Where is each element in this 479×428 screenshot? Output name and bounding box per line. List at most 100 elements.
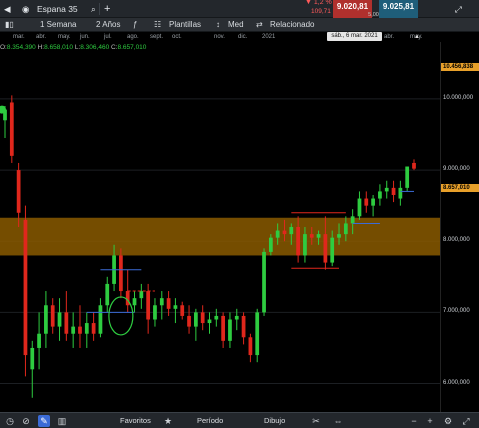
time-axis-tick: abr. [36,34,47,40]
candle-body [248,337,253,356]
time-axis-tick: jun. [80,34,90,40]
templates-button[interactable]: Plantillas [169,18,201,32]
time-axis-tick: 2021 [262,34,276,40]
chart-type-icon[interactable]: ▮▯ [5,18,14,32]
drawing-button[interactable]: Dibujo [264,413,285,428]
add-icon[interactable]: + [104,0,110,18]
crosshair-date: sáb., 6 mar. 2021 [327,32,382,41]
candle-body [371,198,375,206]
scroll-marker-icon[interactable]: ▲ [414,32,420,42]
last-price-tag: 8.657,010 [441,184,479,192]
candle-body [153,305,157,320]
candle-body [105,283,110,306]
time-axis-tick: nov. [214,34,225,40]
candle-body [207,319,212,324]
templates-icon[interactable]: ☷ [154,18,161,32]
candle-body [384,187,389,192]
no-entry-icon[interactable]: ⊘ [20,415,32,427]
candle-body [173,305,178,309]
candle-body [282,230,287,235]
candle-body [146,291,151,320]
candle-body [9,102,14,156]
price-type-button[interactable]: Med [228,18,244,32]
clock-icon[interactable]: ◷ [4,415,16,427]
price-chart[interactable] [0,42,440,412]
candle-body [193,312,198,327]
time-axis-tick: mar. [13,34,25,40]
price-axis-tick: 6.000,000 [443,379,470,386]
candle-body [139,291,144,299]
candle-body [125,291,130,306]
pencil-icon[interactable]: ✎ [38,415,50,427]
drawn-ellipse-green [108,296,134,336]
candle-body [289,227,294,235]
tools-icon[interactable]: ✂ [310,415,322,427]
candle-body [64,312,69,334]
instrument-name[interactable]: Espana 35 [37,0,78,18]
candle-body [337,234,341,238]
price-axis-tick: 10.000,000 [443,94,474,101]
candle-body [132,298,137,306]
high-value: 8.658,010 [44,44,74,51]
open-value: 8.354,390 [6,44,36,51]
candle-body [330,237,335,263]
favorites-button[interactable]: Favoritos [120,413,151,428]
fit-icon[interactable]: ⇔ [332,415,344,427]
settings-icon[interactable]: ⚙ [442,415,454,427]
candle-body [378,191,382,199]
close-value: 8.657,010 [117,44,147,51]
candle-body [221,315,226,341]
collapse-icon[interactable]: ◀ [4,0,11,18]
candle-body [391,187,396,195]
candle-body [241,315,246,338]
candle-body [16,170,21,213]
indicators-icon[interactable]: ƒ [133,18,137,32]
candle-body [200,312,205,324]
expand-icon[interactable]: ⤢ [455,0,462,18]
candle-body [44,305,48,334]
candle-body [180,305,185,316]
candle-body [57,312,62,327]
candle-body [323,234,328,263]
zoom-in-icon[interactable]: + [424,415,436,427]
related-icon[interactable]: ⇄ [256,18,263,32]
time-axis-tick: abr. [384,34,395,40]
candle-body [50,305,55,327]
candle-body [91,323,96,334]
candle-body [187,315,191,327]
price-axis-tick: 9.000,000 [443,166,470,173]
price-axis[interactable]: 10.456,838 8.657,010 10.000,000 9.000,000… [440,42,479,412]
range-select[interactable]: 2 Años [96,18,120,32]
candle-body [234,315,239,320]
candle-body [316,234,321,238]
period-button[interactable]: Período [197,413,223,428]
low-value: 8.306,460 [80,44,110,51]
candle-body [23,219,28,356]
search-icon[interactable]: ⌕ [91,0,96,18]
candle-body [364,198,369,206]
candle-body [357,198,362,217]
interval-select[interactable]: 1 Semana [40,18,76,32]
candle-body [71,326,76,334]
change-absolute: 109,71 [311,8,331,15]
star-icon[interactable]: ★ [162,415,174,427]
buy-price: 9.025,81 [382,2,415,11]
sell-price: 9.020,81 [336,2,369,11]
eye-icon[interactable]: ◉ [22,0,29,18]
high-price-tag: 10.456,838 [441,63,479,71]
candle-body [84,323,89,334]
related-button[interactable]: Relacionado [270,18,314,32]
fullscreen-icon[interactable]: ⤢ [460,415,472,427]
chart-toolbar: ▮▯ 1 Semana 2 Años ƒ ☷ Plantillas ↕ Med … [0,18,479,32]
candle-body [159,298,164,306]
price-type-icon[interactable]: ↕ [216,18,220,32]
price-axis-tick: 7.000,000 [443,308,470,315]
zoom-out-icon[interactable]: − [408,415,420,427]
candle-body [398,187,403,199]
time-axis-tick: may. [58,34,71,40]
candle-body [255,312,260,356]
ruler-icon[interactable]: ▥ [56,415,68,427]
candle-body [228,319,232,341]
time-axis-tick: oct. [172,34,182,40]
time-axis-tick: dic. [238,34,248,40]
